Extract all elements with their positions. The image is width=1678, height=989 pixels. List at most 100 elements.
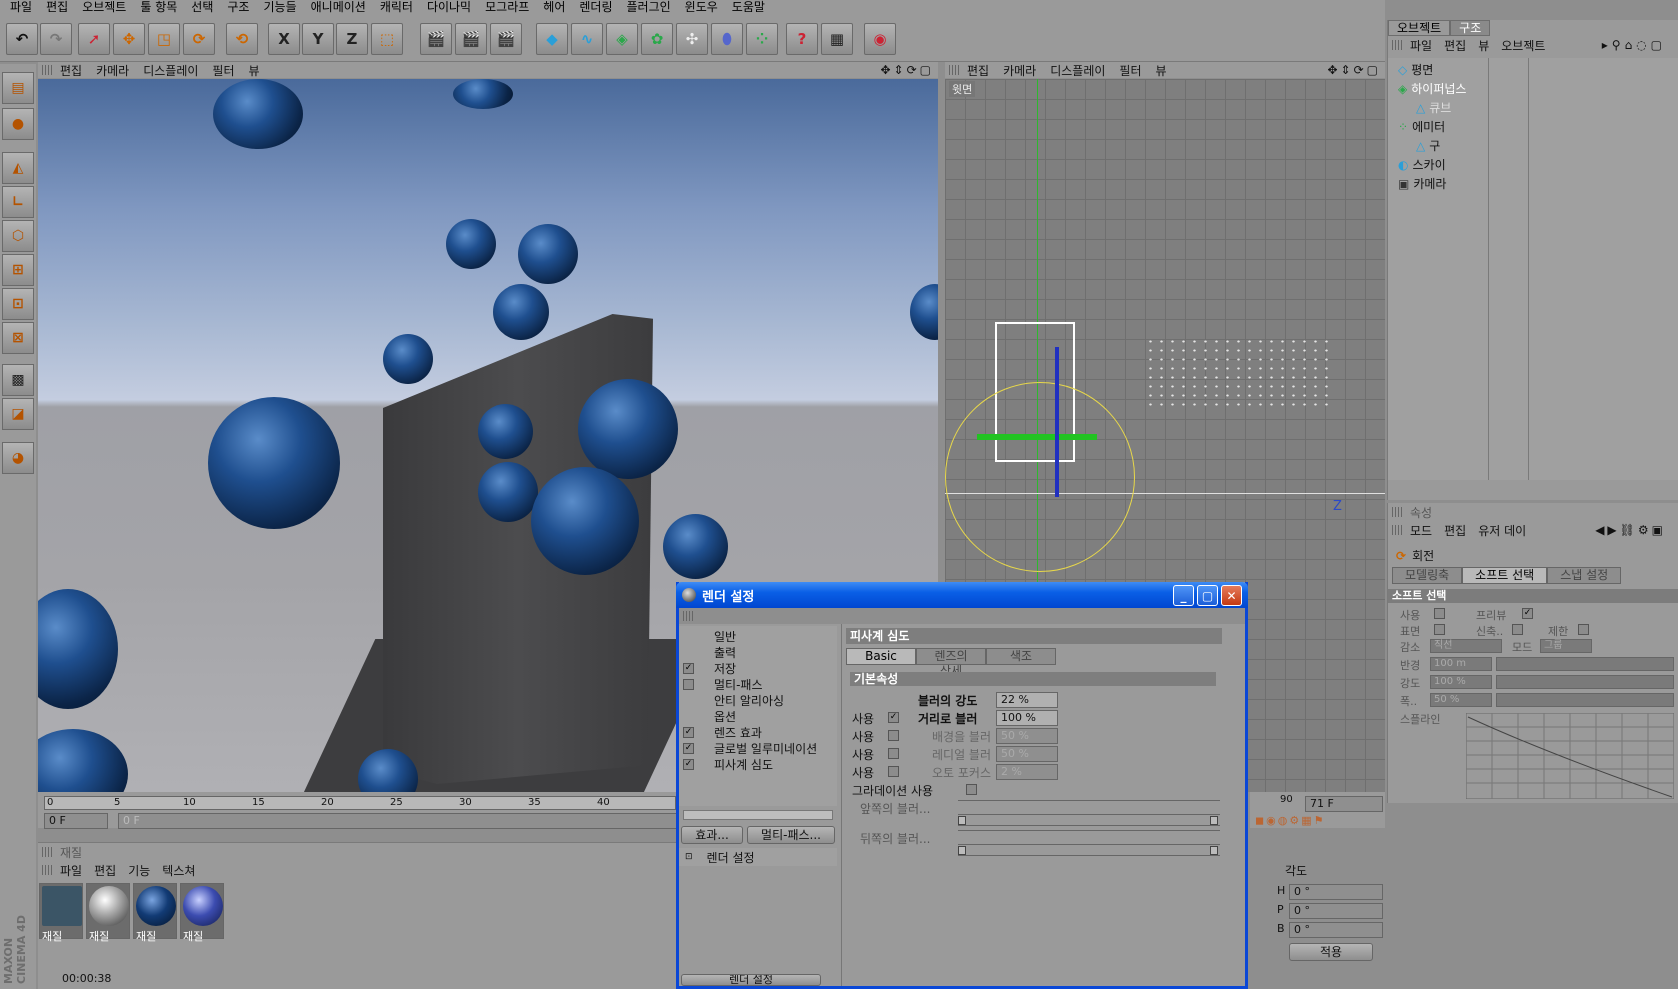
mat-menu-edit[interactable]: 편집 <box>94 862 116 879</box>
dof-checkbox[interactable]: ✓ <box>683 758 694 770</box>
select-arrow-icon[interactable]: ➚ <box>78 23 110 55</box>
points-mode-icon[interactable]: ◭ <box>2 152 34 184</box>
menu-animation[interactable]: 애니메이션 <box>305 0 374 16</box>
cube-primitive-icon[interactable]: ◆ <box>536 23 568 55</box>
menu-help[interactable]: 도움말 <box>726 0 773 16</box>
object-row[interactable]: ◈ 하이퍼넙스 <box>1398 79 1466 98</box>
nav-output[interactable]: 출력 <box>683 644 833 660</box>
nav-depth-of-field[interactable]: ✓ 피사계 심도 <box>683 756 833 772</box>
gradation-checkbox[interactable] <box>966 784 977 795</box>
web-icon[interactable]: ◉ <box>864 23 896 55</box>
dialog-titlebar[interactable]: 렌더 설정 <box>676 582 1248 608</box>
current-frame-slider[interactable]: 0 F <box>118 813 678 829</box>
p-angle-field[interactable]: 0 ° <box>1289 903 1383 919</box>
width-field[interactable]: 50 % <box>1430 693 1492 707</box>
multipass-button[interactable]: 멀티-패스... <box>747 826 835 844</box>
minimize-button[interactable]: _ <box>1173 585 1194 606</box>
particle-emitter-icon[interactable]: ⁘ <box>746 23 778 55</box>
stretch-checkbox[interactable] <box>1512 624 1523 635</box>
attr-menu-edit[interactable]: 편집 <box>1444 522 1466 539</box>
preset-item[interactable]: ⊡ 렌더 설정 <box>679 848 837 866</box>
blur-strength-field[interactable]: 22 % <box>996 692 1058 708</box>
vp2-menu-camera[interactable]: 카메라 <box>1003 62 1036 79</box>
x-axis-lock-button[interactable]: X <box>268 23 300 55</box>
polygons-mode-icon[interactable]: ⬡ <box>2 220 34 252</box>
nurbs-icon[interactable]: ◈ <box>606 23 638 55</box>
object-row[interactable]: ▣ 카메라 <box>1398 174 1446 193</box>
material-swatch[interactable]: 재질 <box>133 883 177 943</box>
distance-blur-field[interactable]: 100 % <box>996 710 1058 726</box>
attr-nav-icons[interactable]: ◀▶⛓⚙▣ <box>1595 523 1666 537</box>
menu-render[interactable]: 렌더링 <box>573 0 620 16</box>
front-blur-gradient[interactable] <box>958 800 1220 826</box>
h-angle-field[interactable]: 0 ° <box>1289 884 1383 900</box>
object-mode-icon[interactable]: ● <box>2 108 34 140</box>
vp-menu-camera[interactable]: 카메라 <box>96 62 129 79</box>
menu-file[interactable]: 파일 <box>4 0 40 16</box>
render-picture-viewer-icon[interactable]: 🎬 <box>455 23 487 55</box>
tab-tone[interactable]: 색조 <box>986 648 1056 665</box>
viewport-nav-icons[interactable]: ✥⇕⟳▢ <box>880 63 934 77</box>
object-row[interactable]: ◇ 평면 <box>1398 60 1433 79</box>
back-blur-gradient[interactable] <box>958 830 1220 856</box>
b-angle-field[interactable]: 0 ° <box>1289 922 1383 938</box>
end-frame-field[interactable]: 71 F <box>1305 796 1383 812</box>
nav-lens-effects[interactable]: ✓ 렌즈 효과 <box>683 724 833 740</box>
redo-icon[interactable]: ↷ <box>40 23 72 55</box>
scale-icon[interactable]: ◳ <box>148 23 180 55</box>
strength-field[interactable]: 100 % <box>1430 675 1492 689</box>
menu-plugins[interactable]: 플러그인 <box>621 0 679 16</box>
coordinate-system-icon[interactable]: ⟲ <box>226 23 258 55</box>
limit-checkbox[interactable] <box>1578 624 1589 635</box>
obj-menu-view[interactable]: 뷰 <box>1478 37 1489 54</box>
edges-mode-icon[interactable]: ∟ <box>2 186 34 218</box>
model-mode-icon[interactable]: ⊞ <box>2 254 34 286</box>
object-row[interactable]: ◐ 스카이 <box>1398 155 1446 174</box>
vp2-menu-edit[interactable]: 편집 <box>967 62 989 79</box>
menu-structure[interactable]: 구조 <box>221 0 257 16</box>
spline-icon[interactable]: ∿ <box>571 23 603 55</box>
menu-dynamics[interactable]: 다이나믹 <box>421 0 479 16</box>
sculpt-icon[interactable]: ◕ <box>2 442 34 474</box>
menu-window[interactable]: 윈도우 <box>679 0 726 16</box>
world-coords-icon[interactable]: ⬚ <box>371 23 403 55</box>
bg-blur-checkbox[interactable] <box>888 730 899 741</box>
obj-menu-file[interactable]: 파일 <box>1410 37 1432 54</box>
move-icon[interactable]: ✥ <box>113 23 145 55</box>
timeline[interactable]: 0 5 10 15 20 25 30 35 40 0 F 0 F <box>38 792 678 829</box>
object-row[interactable]: ⁘ 에미터 <box>1398 117 1445 136</box>
menu-selection[interactable]: 선택 <box>185 0 221 16</box>
tab-modeling-axis[interactable]: 모델링축 <box>1392 567 1463 584</box>
obj-menu-edit[interactable]: 편집 <box>1444 37 1466 54</box>
deformer-icon[interactable]: ✣ <box>676 23 708 55</box>
gradient-knob[interactable] <box>1210 846 1218 855</box>
save-checkbox[interactable]: ✓ <box>683 662 694 674</box>
menu-edit[interactable]: 편집 <box>40 0 76 16</box>
material-swatch[interactable]: 재질 <box>39 883 83 943</box>
width-slider[interactable] <box>1496 693 1674 707</box>
preview-checkbox[interactable]: ✓ <box>1522 608 1533 619</box>
bg-blur-field[interactable]: 50 % <box>996 728 1058 744</box>
render-settings-button[interactable]: 렌더 설정 <box>681 974 821 986</box>
radius-slider[interactable] <box>1496 657 1674 671</box>
effects-button[interactable]: 효과... <box>681 826 743 844</box>
viewport-nav-icons[interactable]: ✥⇕⟳▢ <box>1327 63 1381 77</box>
nav-scrollbar[interactable] <box>683 810 833 820</box>
timeline-ruler[interactable]: 0 5 10 15 20 25 30 35 40 <box>44 796 676 810</box>
material-swatch[interactable]: 재질 <box>180 883 224 943</box>
attr-menu-user[interactable]: 유저 데이 <box>1478 522 1526 539</box>
mat-menu-function[interactable]: 기능 <box>128 862 150 879</box>
vp-menu-filter[interactable]: 필터 <box>212 62 234 79</box>
vp-menu-view[interactable]: 뷰 <box>249 62 260 79</box>
auto-focus-field[interactable]: 2 % <box>996 764 1058 780</box>
falloff-select[interactable]: 직선 <box>1430 639 1502 653</box>
tab-objects[interactable]: 오브젝트 <box>1388 20 1451 36</box>
object-axis-icon[interactable]: ⊠ <box>2 322 34 354</box>
render-settings-icon[interactable]: 🎬 <box>490 23 522 55</box>
snap-icon[interactable]: ◪ <box>2 398 34 430</box>
y-axis-lock-button[interactable]: Y <box>302 23 334 55</box>
auto-focus-checkbox[interactable] <box>888 766 899 777</box>
array-icon[interactable]: ✿ <box>641 23 673 55</box>
strength-slider[interactable] <box>1496 675 1674 689</box>
menu-tools[interactable]: 툴 항목 <box>134 0 185 16</box>
